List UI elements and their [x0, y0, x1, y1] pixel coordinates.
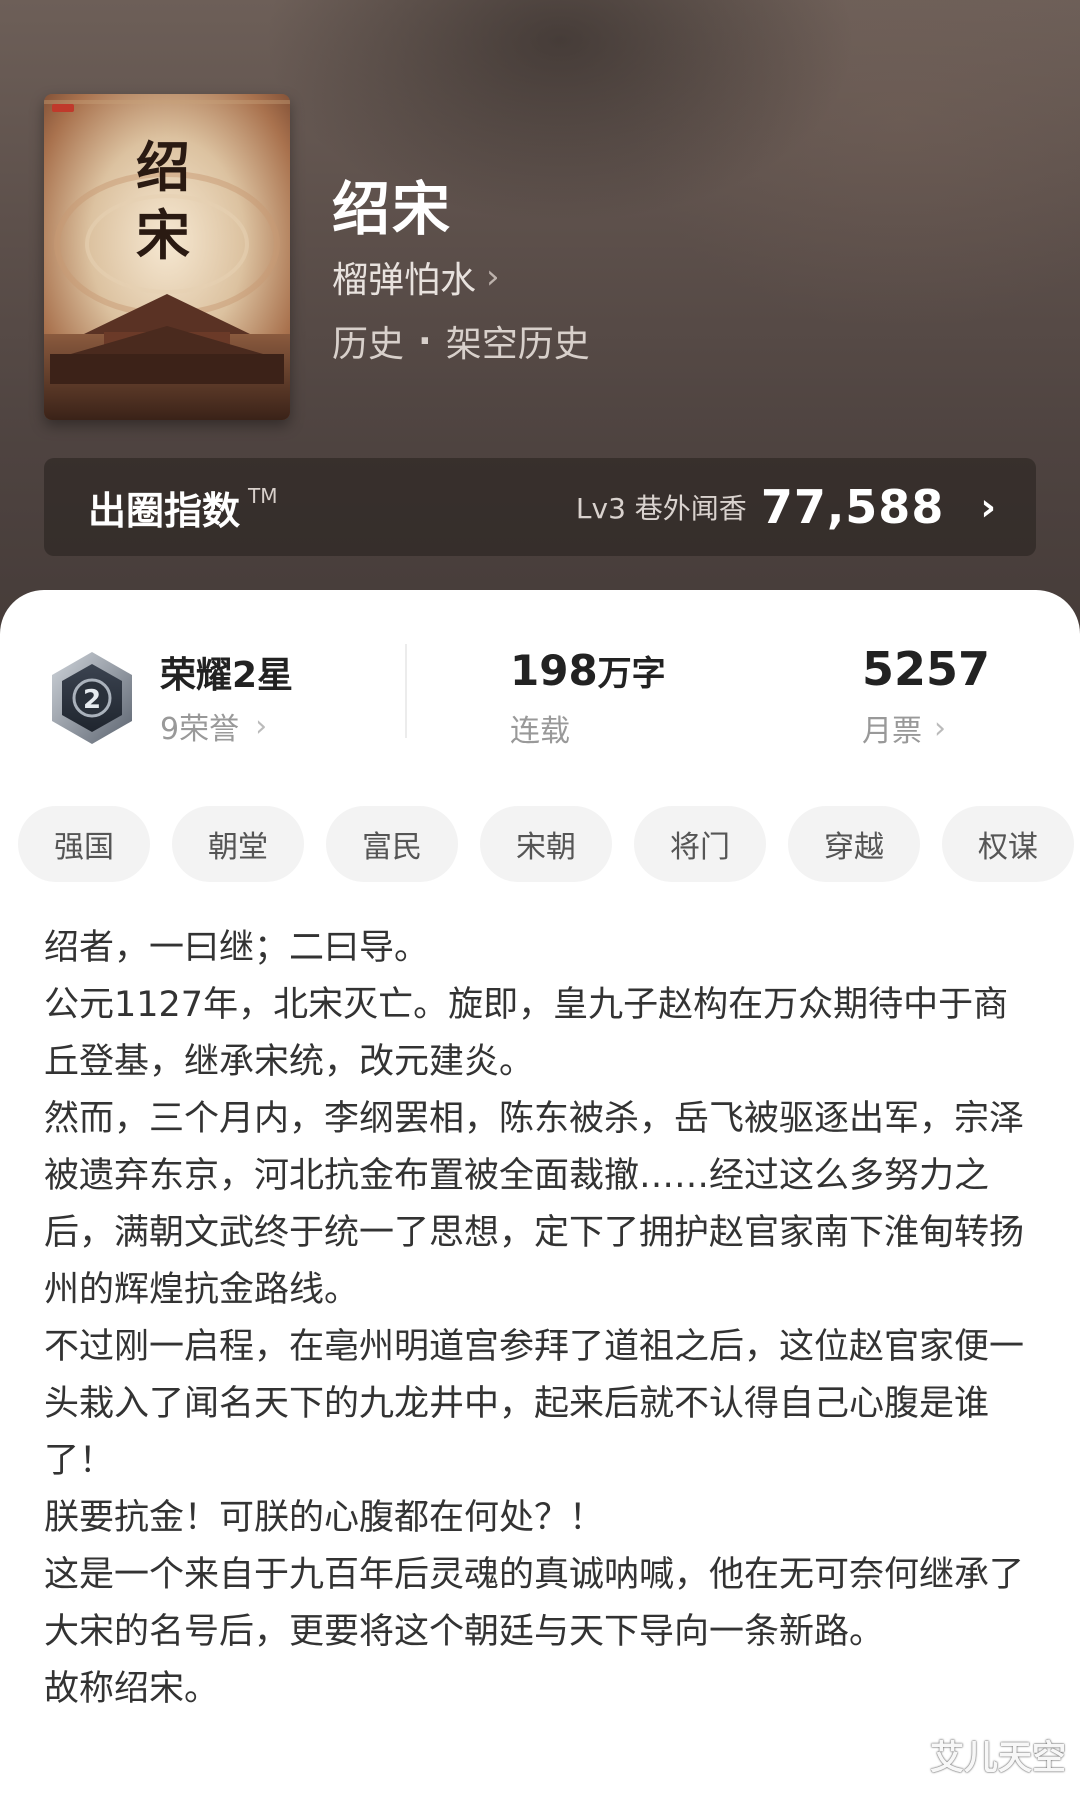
description-paragraph: 朕要抗金！可朕的心腹都在何处？！: [44, 1498, 605, 1538]
tag-chip[interactable]: 强国: [18, 806, 150, 882]
serial-status: 连载: [510, 714, 570, 749]
description-paragraph: 故称绍宋。: [44, 1669, 220, 1709]
monthly-tickets-number: 5257: [862, 642, 991, 696]
category-sub: 架空历史: [445, 324, 590, 365]
honor-count: 9荣誉: [160, 712, 240, 747]
tag-chip[interactable]: 穿越: [788, 806, 920, 882]
cover-art: 绍 宋: [44, 94, 290, 420]
chevron-right-icon: ›: [486, 257, 500, 297]
chevron-right-icon: ›: [934, 710, 946, 746]
index-label: 出圈指数: [88, 488, 241, 533]
index-value: 77,588: [760, 480, 945, 534]
trademark-mark: TM: [248, 484, 278, 508]
popularity-index-bar[interactable]: 出圈指数 TM Lv3 巷外闻香 77,588 ›: [44, 458, 1036, 556]
author-link[interactable]: 榴弹怕水 ›: [332, 252, 500, 302]
watermark: 艾儿天空: [930, 1738, 1066, 1778]
monthly-tickets-label: 月票: [862, 714, 922, 749]
badge-number: 2: [83, 685, 101, 715]
description-paragraph: 绍者，一曰继；二曰导。: [44, 928, 430, 968]
tag-chip[interactable]: 富民: [326, 806, 458, 882]
honor-badge-icon[interactable]: 2: [48, 650, 136, 746]
honor-title: 荣耀2星: [160, 655, 294, 696]
chevron-right-icon: ›: [255, 708, 268, 744]
tag-chip[interactable]: 宋朝: [480, 806, 612, 882]
index-right-group: Lv3 巷外闻香 77,588 ›: [576, 480, 996, 534]
category-row: 历史 · 架空历史: [332, 316, 590, 366]
word-count-number: 198: [510, 646, 598, 695]
stats-row: 2 荣耀2星 9荣誉 › 198万字 连载 5257 月票 ›: [0, 640, 1080, 750]
monthly-tickets-link[interactable]: 月票 ›: [862, 706, 946, 750]
tag-list: 强国 朝堂 富民 宋朝 将门 穿越 权谋: [18, 806, 1080, 882]
word-count-unit: 万字: [597, 654, 666, 694]
book-description: 绍者，一曰继；二曰导。 公元1127年，北宋灭亡。旋即，皇九子赵构在万众期待中于…: [44, 920, 1034, 1718]
word-count: 198万字: [510, 646, 666, 695]
chevron-right-icon: ›: [980, 485, 996, 529]
book-title: 绍宋: [332, 175, 453, 243]
book-cover[interactable]: 绍 宋: [44, 94, 290, 420]
tag-chip[interactable]: 朝堂: [172, 806, 304, 882]
cover-title-char-2: 宋: [136, 203, 190, 267]
separator-dot: ·: [418, 320, 432, 362]
category-main: 历史: [332, 324, 405, 365]
description-paragraph: 公元1127年，北宋灭亡。旋即，皇九子赵构在万众期待中于商丘登基，继承宋统，改元…: [44, 985, 1009, 1082]
description-paragraph: 然而，三个月内，李纲罢相，陈东被杀，岳飞被驱逐出军，宗泽被遗弃东京，河北抗金布置…: [44, 1099, 1025, 1310]
index-level: Lv3 巷外闻香: [575, 492, 747, 525]
description-paragraph: 这是一个来自于九百年后灵魂的真诚呐喊，他在无可奈何继承了大宋的名号后，更要将这个…: [44, 1555, 1025, 1652]
tag-chip[interactable]: 将门: [634, 806, 766, 882]
stats-divider: [405, 644, 407, 738]
author-name: 榴弹怕水: [332, 260, 477, 301]
book-detail-card: 2 荣耀2星 9荣誉 › 198万字 连载 5257 月票 › 强国 朝堂 富民…: [0, 590, 1080, 1797]
book-header: 绍 宋 绍宋 榴弹怕水 › 历史 · 架空历史 出圈指数 TM Lv3 巷外闻香…: [0, 0, 1080, 640]
honor-link[interactable]: 9荣誉 ›: [160, 704, 267, 748]
description-paragraph: 不过刚一启程，在亳州明道宫参拜了道祖之后，这位赵官家便一头栽入了闻名天下的九龙井…: [44, 1327, 1025, 1481]
tag-chip[interactable]: 权谋: [942, 806, 1074, 882]
cover-title-char-1: 绍: [136, 135, 190, 199]
